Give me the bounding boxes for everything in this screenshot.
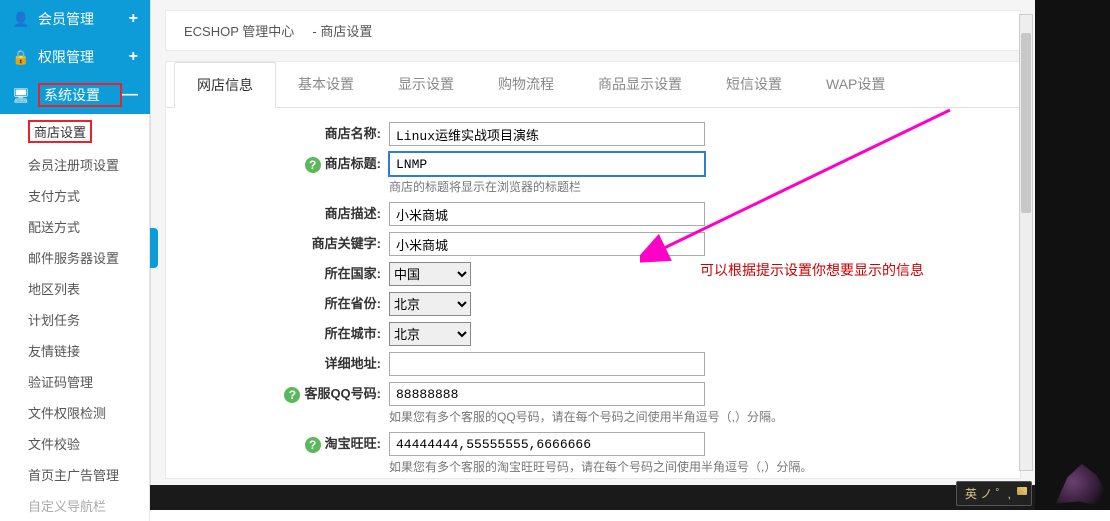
input-shop-name[interactable] xyxy=(389,122,705,146)
label-shop-name: 商店名称: xyxy=(184,122,389,146)
plus-icon: + xyxy=(129,48,138,66)
label-shop-title: 商店标题: xyxy=(325,156,381,171)
sub-captcha[interactable]: 验证码管理 xyxy=(0,366,149,397)
row-shop-title: ? 商店标题: 商店的标题将显示在浏览器的标题栏 xyxy=(184,152,1002,196)
select-city[interactable]: 北京 xyxy=(389,322,471,346)
nav-system-settings[interactable]: 🖥 系统设置 — xyxy=(0,76,150,114)
tab-display[interactable]: 显示设置 xyxy=(376,62,476,107)
tab-wap[interactable]: WAP设置 xyxy=(804,62,907,107)
row-shop-name: 商店名称: xyxy=(184,122,1002,146)
sub-home-ad[interactable]: 首页主广告管理 xyxy=(0,459,149,490)
tab-shopping[interactable]: 购物流程 xyxy=(476,62,576,107)
content-scrollbar[interactable] xyxy=(1019,14,1033,471)
nav-label: 系统设置 xyxy=(38,83,122,107)
tab-basic[interactable]: 基本设置 xyxy=(276,62,376,107)
hint-ww: 如果您有多个客服的淘宝旺旺号码，请在每个号码之间使用半角逗号（,）分隔。 xyxy=(389,458,909,476)
label-address: 详细地址: xyxy=(184,352,389,376)
sub-member-register[interactable]: 会员注册项设置 xyxy=(0,149,149,180)
label-shop-desc: 商店描述: xyxy=(184,202,389,226)
sub-shipping[interactable]: 配送方式 xyxy=(0,211,149,242)
nav-label: 会员管理 xyxy=(38,9,129,29)
sub-custom-nav[interactable]: 自定义导航栏 xyxy=(0,490,149,521)
label-ww: 淘宝旺旺: xyxy=(325,436,381,451)
help-icon[interactable]: ? xyxy=(305,437,321,453)
nav-label: 权限管理 xyxy=(38,47,129,67)
help-icon[interactable]: ? xyxy=(305,157,321,173)
monitor-icon: 🖥 xyxy=(12,87,30,104)
annotation-text: 可以根据提示设置你想要显示的信息 xyxy=(700,260,924,280)
hint-qq: 如果您有多个客服的QQ号码，请在每个号码之间使用半角逗号（,）分隔。 xyxy=(389,408,909,426)
label-country: 所在国家: xyxy=(184,262,389,286)
tabs: 网店信息 基本设置 显示设置 购物流程 商品显示设置 短信设置 WAP设置 xyxy=(166,62,1020,108)
sub-shop-settings[interactable]: 商店设置 xyxy=(0,114,149,149)
row-shop-desc: 商店描述: xyxy=(184,202,1002,226)
tab-shop-info[interactable]: 网店信息 xyxy=(174,62,276,108)
tab-sms[interactable]: 短信设置 xyxy=(704,62,804,107)
select-province[interactable]: 北京 xyxy=(389,292,471,316)
row-wangwang: ? 淘宝旺旺: 如果您有多个客服的淘宝旺旺号码，请在每个号码之间使用半角逗号（,）… xyxy=(184,432,1002,476)
sub-regions[interactable]: 地区列表 xyxy=(0,273,149,304)
row-city: 所在城市: 北京 xyxy=(184,322,1002,346)
sub-file-perm[interactable]: 文件权限检测 xyxy=(0,397,149,428)
breadcrumb-page: 商店设置 xyxy=(320,24,372,39)
label-province: 所在省份: xyxy=(184,292,389,316)
desktop-bottom-margin xyxy=(0,485,1035,510)
breadcrumb: ECSHOP 管理中心 - 商店设置 xyxy=(165,10,1021,51)
input-shop-title[interactable] xyxy=(389,152,705,176)
row-province: 所在省份: 北京 xyxy=(184,292,1002,316)
sidebar-submenu: 商店设置 会员注册项设置 支付方式 配送方式 邮件服务器设置 地区列表 计划任务… xyxy=(0,114,150,521)
help-icon[interactable]: ? xyxy=(284,387,300,403)
user-icon: 👤 xyxy=(12,11,30,28)
row-qq: ? 客服QQ号码: 如果您有多个客服的QQ号码，请在每个号码之间使用半角逗号（,）… xyxy=(184,382,1002,426)
minus-icon: — xyxy=(122,86,138,104)
input-qq[interactable] xyxy=(389,382,705,406)
input-shop-desc[interactable] xyxy=(389,202,705,226)
sidebar-drag-handle[interactable] xyxy=(150,228,158,268)
nav-permissions[interactable]: 🔒 权限管理 + xyxy=(0,38,150,76)
breadcrumb-app: ECSHOP 管理中心 xyxy=(184,24,294,39)
form-area: 商店名称: ? 商店标题: 商店的标题将显示在浏览器的标题栏 商店描述: 商店关键… xyxy=(166,108,1020,478)
select-country[interactable]: 中国 xyxy=(389,262,471,286)
main-content: ECSHOP 管理中心 - 商店设置 网店信息 基本设置 显示设置 购物流程 商… xyxy=(150,0,1035,485)
label-shop-kw: 商店关键字: xyxy=(184,232,389,256)
tab-goods-display[interactable]: 商品显示设置 xyxy=(576,62,704,107)
input-shop-kw[interactable] xyxy=(389,232,705,256)
label-city: 所在城市: xyxy=(184,322,389,346)
label-qq: 客服QQ号码: xyxy=(304,386,381,401)
ime-indicator[interactable]: 英 ノ ゜, xyxy=(956,481,1032,506)
sub-mail-server[interactable]: 邮件服务器设置 xyxy=(0,242,149,273)
hint-shop-title: 商店的标题将显示在浏览器的标题栏 xyxy=(389,178,909,196)
sub-file-verify[interactable]: 文件校验 xyxy=(0,428,149,459)
lock-icon: 🔒 xyxy=(12,49,30,66)
sidebar: 👤 会员管理 + 🔒 权限管理 + 🖥 系统设置 — 商店设置 会员注册项设置 … xyxy=(0,0,150,485)
input-wangwang[interactable] xyxy=(389,432,705,456)
input-address[interactable] xyxy=(389,352,705,376)
sub-cron[interactable]: 计划任务 xyxy=(0,304,149,335)
sub-payment[interactable]: 支付方式 xyxy=(0,180,149,211)
row-shop-keywords: 商店关键字: xyxy=(184,232,1002,256)
plus-icon: + xyxy=(129,10,138,28)
scrollbar-thumb[interactable] xyxy=(1021,33,1031,213)
desktop-right-margin xyxy=(1035,0,1110,510)
row-address: 详细地址: xyxy=(184,352,1002,376)
sub-links[interactable]: 友情链接 xyxy=(0,335,149,366)
nav-members[interactable]: 👤 会员管理 + xyxy=(0,0,150,38)
